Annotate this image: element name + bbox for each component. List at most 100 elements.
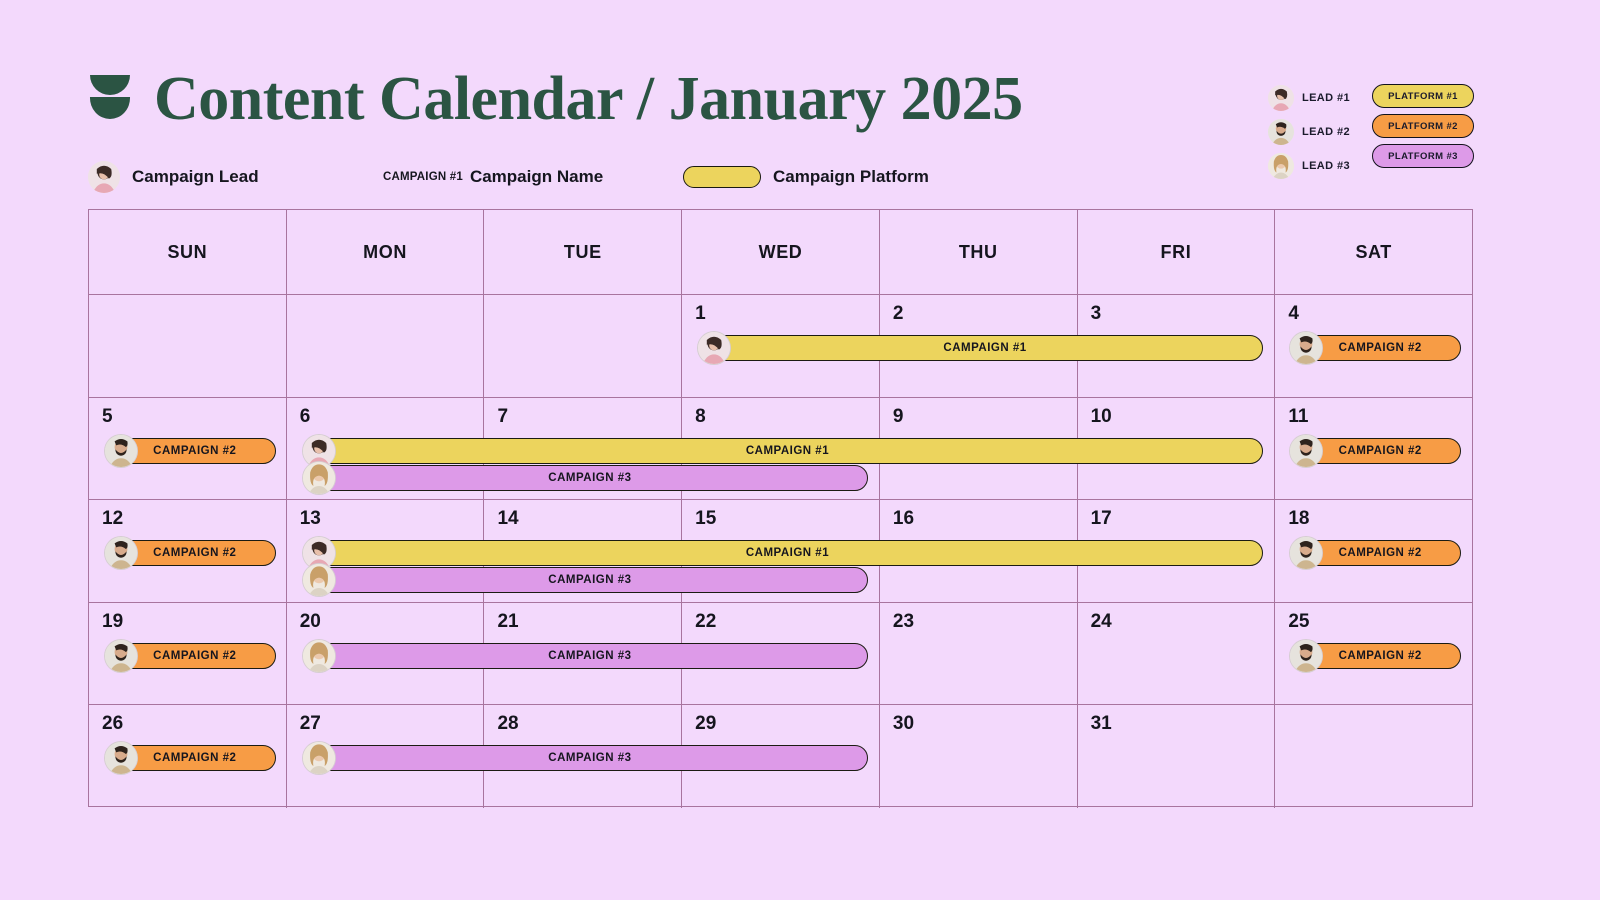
campaign-bar[interactable]: CAMPAIGN #3 xyxy=(301,563,869,597)
page-header: Content Calendar / January 2025 xyxy=(88,68,1023,130)
avatar-lead-3-icon xyxy=(301,741,336,775)
campaign-bar[interactable]: CAMPAIGN #2 xyxy=(1289,638,1461,673)
campaign-bar-label: CAMPAIGN #1 xyxy=(943,342,1027,354)
avatar-lead-2-icon xyxy=(104,741,138,775)
day-number: 25 xyxy=(1288,610,1310,632)
campaign-bar[interactable]: CAMPAIGN #2 xyxy=(104,433,276,468)
day-number: 6 xyxy=(299,405,311,427)
day-number: 4 xyxy=(1288,303,1299,324)
calendar-grid: SUN MON TUE WED THU FRI SAT 1 2 3 4 CAMPAIGN #1 CAM… xyxy=(88,209,1473,808)
day-number: 23 xyxy=(892,610,915,632)
day-number: 12 xyxy=(102,508,124,529)
day-number: 16 xyxy=(892,508,915,529)
campaign-bar[interactable]: CAMPAIGN #2 xyxy=(1289,433,1461,468)
day-cell-23[interactable]: 23 xyxy=(880,602,1078,704)
avatar-lead-2-icon xyxy=(104,638,138,673)
day-number: 28 xyxy=(497,713,519,734)
key-platform-swatch xyxy=(683,166,761,188)
avatar-lead-3-icon xyxy=(301,563,336,597)
day-cell-31[interactable]: 31 xyxy=(1078,705,1276,808)
avatar-lead-3-icon xyxy=(301,460,336,495)
weekday-header-mon: MON xyxy=(287,210,485,294)
corner-lead-label: LEAD #1 xyxy=(1301,92,1350,104)
weekday-header-tue: TUE xyxy=(484,210,683,294)
day-number: 22 xyxy=(695,610,717,632)
campaign-bar[interactable]: CAMPAIGN #3 xyxy=(301,741,869,775)
day-number: 31 xyxy=(1090,713,1112,734)
corner-platform-list: PLATFORM #1 PLATFORM #2 PLATFORM #3 xyxy=(1372,84,1474,168)
key-campaign-platform: Campaign Platform xyxy=(683,160,929,194)
campaign-bar[interactable]: CAMPAIGN #1 xyxy=(301,536,1264,570)
avatar-lead-2-icon xyxy=(1267,119,1294,145)
day-cell-empty[interactable] xyxy=(1275,705,1472,808)
weekday-header-wed: WED xyxy=(682,210,880,294)
calendar-week-row: 12 13 14 15 16 17 18 CAMPAIGN #2 CAMPAIGN #1 CAMP… xyxy=(89,500,1472,603)
day-number: 21 xyxy=(497,610,519,632)
corner-platform-1[interactable]: PLATFORM #1 xyxy=(1372,84,1474,108)
corner-lead-item[interactable]: LEAD #1 xyxy=(1267,84,1350,112)
campaign-bar[interactable]: CAMPAIGN #3 xyxy=(301,638,869,673)
day-cell-24[interactable]: 24 xyxy=(1078,602,1276,704)
day-number: 15 xyxy=(695,508,717,529)
avatar-lead-1-icon xyxy=(1267,85,1294,111)
page-title: Content Calendar / January 2025 xyxy=(154,65,1023,133)
avatar-lead-2-icon xyxy=(1289,536,1324,570)
key-campaign-name-label: Campaign Name xyxy=(469,167,604,186)
corner-lead-item[interactable]: LEAD #2 xyxy=(1267,118,1350,146)
campaign-bar[interactable]: CAMPAIGN #2 xyxy=(104,536,276,570)
day-number: 8 xyxy=(695,405,706,427)
day-cell-empty[interactable] xyxy=(89,295,287,397)
corner-platform-2[interactable]: PLATFORM #2 xyxy=(1372,114,1474,138)
campaign-bar[interactable]: CAMPAIGN #2 xyxy=(104,638,276,673)
day-number: 2 xyxy=(892,303,904,324)
day-cell-30[interactable]: 30 xyxy=(880,705,1078,808)
day-cell-empty[interactable] xyxy=(287,295,485,397)
day-cell-empty[interactable] xyxy=(484,295,683,397)
campaign-bar[interactable]: CAMPAIGN #2 xyxy=(1289,331,1461,365)
calendar-week-row: 26 27 28 29 30 31 CAMPAIGN #2 CAMPAIGN #3 xyxy=(89,705,1472,808)
avatar-lead-2-icon xyxy=(1289,331,1324,365)
day-number: 14 xyxy=(497,508,519,529)
day-number: 10 xyxy=(1090,405,1112,427)
campaign-bar-label: CAMPAIGN #2 xyxy=(1338,444,1422,457)
avatar-lead-1-icon xyxy=(88,161,120,193)
campaign-bar[interactable]: CAMPAIGN #1 xyxy=(301,433,1264,468)
day-number: 24 xyxy=(1090,610,1112,632)
weekday-header-sat: SAT xyxy=(1355,241,1392,262)
calendar-week-row: 5 6 7 8 9 10 11 CAMPAIGN #2 CAMPAIGN #1 CAMPAIGN … xyxy=(89,397,1472,500)
avatar-lead-2-icon xyxy=(104,536,138,570)
key-campaign-platform-label: Campaign Platform xyxy=(773,167,929,186)
day-number: 30 xyxy=(892,713,915,734)
campaign-bar[interactable]: CAMPAIGN #2 xyxy=(104,741,276,775)
calendar-week-row: 1 2 3 4 CAMPAIGN #1 CAMPAIGN #2 xyxy=(89,295,1472,398)
day-number: 19 xyxy=(102,610,124,632)
key-campaign-name: CAMPAIGN #1 Campaign Name xyxy=(383,160,603,194)
day-number: 29 xyxy=(695,713,717,734)
calendar-weekday-header: SUN MON TUE WED THU FRI SAT xyxy=(89,210,1472,295)
calendar-weeks: 1 2 3 4 CAMPAIGN #1 CAMPAIGN #2 5 6 7 8 9 10 11 CAMPA… xyxy=(89,295,1472,808)
avatar-lead-2-icon xyxy=(104,433,138,468)
avatar-lead-2-icon xyxy=(1289,638,1324,673)
day-number: 7 xyxy=(497,405,509,427)
campaign-bar-label: CAMPAIGN #3 xyxy=(548,471,632,484)
campaign-bar[interactable]: CAMPAIGN #1 xyxy=(696,331,1264,365)
day-number: 26 xyxy=(102,713,124,734)
day-number: 13 xyxy=(299,508,321,529)
day-number: 18 xyxy=(1288,508,1310,529)
weekday-header-fri: FRI xyxy=(1078,210,1276,294)
campaign-bar-label: CAMPAIGN #2 xyxy=(153,649,237,662)
legend-key-row: Campaign Lead CAMPAIGN #1 Campaign Name … xyxy=(88,160,1478,194)
key-campaign-lead: Campaign Lead xyxy=(88,160,259,194)
avatar-lead-1-icon xyxy=(696,331,731,365)
campaign-bar-label: CAMPAIGN #2 xyxy=(1338,547,1422,559)
campaign-bar[interactable]: CAMPAIGN #3 xyxy=(301,460,869,495)
stacked-bowl-logo-icon xyxy=(88,71,132,127)
day-number: 3 xyxy=(1090,303,1102,324)
campaign-bar-label: CAMPAIGN #2 xyxy=(1338,342,1422,354)
campaign-bar[interactable]: CAMPAIGN #2 xyxy=(1289,536,1461,570)
key-campaign-lead-label: Campaign Lead xyxy=(132,167,259,186)
calendar-week-row: 19 20 21 22 23 24 25 CAMPAIGN #2 CAMPAIGN #3 CAMP… xyxy=(89,602,1472,705)
avatar-lead-3-icon xyxy=(301,638,336,673)
campaign-bar-label: CAMPAIGN #1 xyxy=(745,444,830,457)
day-number: 20 xyxy=(299,610,321,632)
